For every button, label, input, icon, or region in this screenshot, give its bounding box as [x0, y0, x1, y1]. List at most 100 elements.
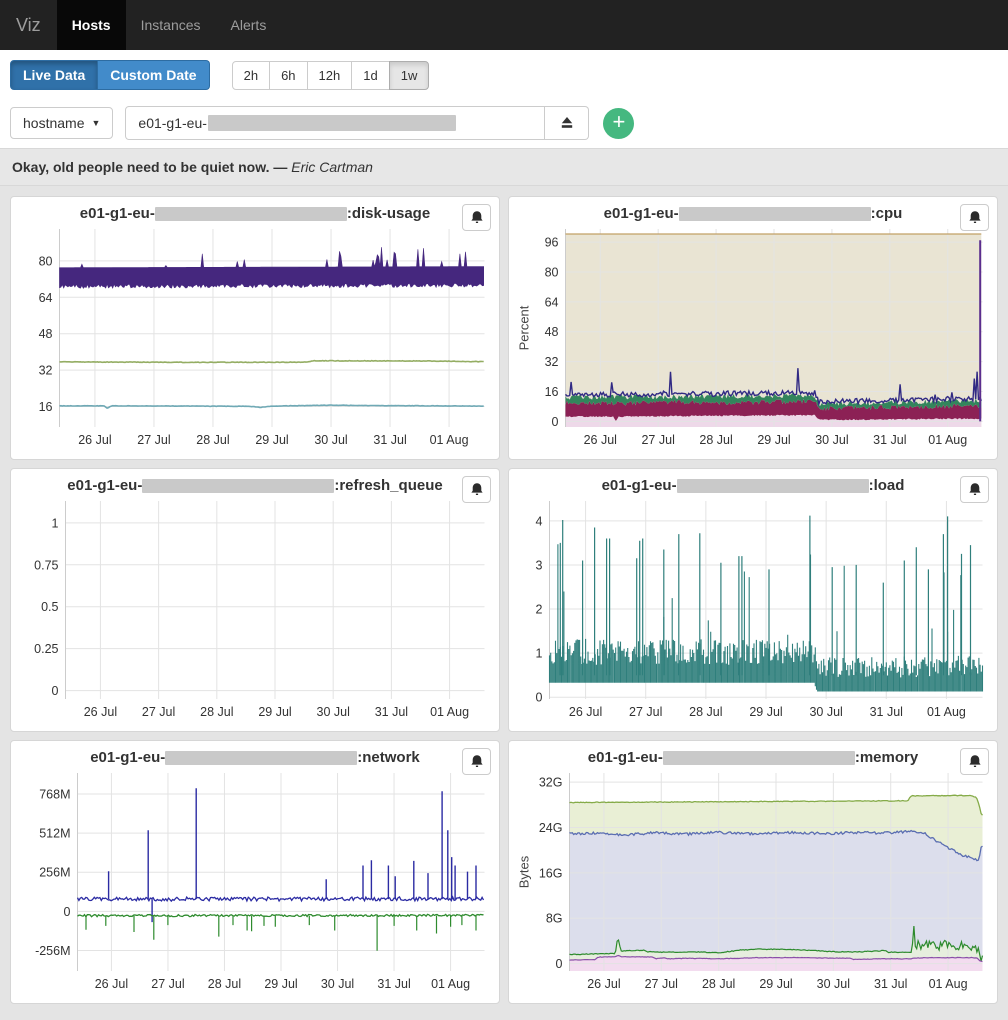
- chart-plot: 163248648026 Jul27 Jul28 Jul29 Jul30 Jul…: [19, 223, 491, 451]
- nav-tab-hosts[interactable]: Hosts: [57, 0, 126, 50]
- svg-text:26 Jul: 26 Jul: [78, 433, 111, 447]
- range-button-12h[interactable]: 12h: [307, 61, 353, 90]
- nav-tabs: HostsInstancesAlerts: [57, 0, 282, 50]
- time-toolbar: Live Data Custom Date 2h6h12h1d1w: [0, 50, 1008, 100]
- quote-text: Okay, old people need to be quiet now.: [12, 159, 269, 175]
- svg-text:01 Aug: 01 Aug: [929, 977, 968, 991]
- range-button-group: 2h6h12h1d1w: [232, 61, 430, 90]
- add-host-button[interactable]: +: [603, 108, 634, 139]
- chart-card: e01-g1-eu-:network -256M0256M512M768M26 …: [10, 740, 500, 1004]
- quote-author: Eric Cartman: [291, 159, 373, 175]
- svg-text:768M: 768M: [39, 787, 70, 801]
- redacted-hostname: [165, 751, 357, 765]
- chart-grid: e01-g1-eu-:disk-usage 163248648026 Jul27…: [0, 186, 1008, 1014]
- svg-text:27 Jul: 27 Jul: [137, 433, 170, 447]
- load-hosts-button[interactable]: [545, 106, 589, 140]
- chart-header: e01-g1-eu-:network: [19, 747, 491, 767]
- svg-text:0.75: 0.75: [34, 558, 58, 572]
- range-button-6h[interactable]: 6h: [269, 61, 307, 90]
- svg-text:27 Jul: 27 Jul: [629, 705, 662, 719]
- chart-header: e01-g1-eu-:disk-usage: [19, 203, 491, 223]
- svg-text:0: 0: [64, 905, 71, 919]
- svg-text:28 Jul: 28 Jul: [196, 433, 229, 447]
- chart-title-prefix: e01-g1-eu-: [604, 205, 679, 222]
- svg-text:27 Jul: 27 Jul: [645, 977, 678, 991]
- svg-text:16: 16: [545, 385, 559, 399]
- chart-card: e01-g1-eu-:refresh_queue 00.250.50.75126…: [10, 468, 500, 732]
- alert-bell-button[interactable]: [960, 204, 989, 231]
- chart-plot: 016324864809626 Jul27 Jul28 Jul29 Jul30 …: [517, 223, 989, 451]
- bell-icon: [967, 754, 983, 769]
- svg-text:1: 1: [536, 647, 543, 661]
- chart-title-prefix: e01-g1-eu-: [588, 749, 663, 766]
- alert-bell-button[interactable]: [462, 748, 491, 775]
- chart-plot: 0123426 Jul27 Jul28 Jul29 Jul30 Jul31 Ju…: [517, 495, 989, 723]
- svg-text:01 Aug: 01 Aug: [430, 433, 469, 447]
- svg-text:31 Jul: 31 Jul: [375, 705, 408, 719]
- chart-plot: -256M0256M512M768M26 Jul27 Jul28 Jul29 J…: [19, 767, 491, 995]
- brand-logo[interactable]: Viz: [0, 0, 57, 50]
- svg-text:4: 4: [536, 514, 543, 528]
- svg-text:0.25: 0.25: [34, 642, 58, 656]
- svg-text:28 Jul: 28 Jul: [702, 977, 735, 991]
- range-button-1d[interactable]: 1d: [351, 61, 389, 90]
- svg-text:Bytes: Bytes: [517, 855, 532, 888]
- chevron-down-icon: ▼: [91, 118, 100, 128]
- chart-title: e01-g1-eu-:disk-usage: [80, 205, 430, 222]
- alert-bell-button[interactable]: [462, 476, 491, 503]
- svg-text:80: 80: [39, 254, 53, 268]
- svg-text:27 Jul: 27 Jul: [641, 433, 674, 447]
- chart-header: e01-g1-eu-:refresh_queue: [19, 475, 491, 495]
- svg-text:-256M: -256M: [35, 944, 70, 958]
- chart-header: e01-g1-eu-:load: [517, 475, 989, 495]
- svg-text:31 Jul: 31 Jul: [377, 977, 410, 991]
- bell-icon: [469, 754, 485, 769]
- svg-text:30 Jul: 30 Jul: [321, 977, 354, 991]
- alert-bell-button[interactable]: [960, 748, 989, 775]
- chart-title-metric: :refresh_queue: [334, 477, 442, 494]
- field-selector-dropdown[interactable]: hostname ▼: [10, 107, 113, 139]
- svg-text:2: 2: [536, 603, 543, 617]
- top-navbar: Viz HostsInstancesAlerts: [0, 0, 1008, 50]
- redacted-hostname-value: [208, 115, 456, 131]
- svg-text:0: 0: [556, 957, 563, 971]
- bell-icon: [967, 482, 983, 497]
- nav-tab-alerts[interactable]: Alerts: [216, 0, 282, 50]
- chart-title-metric: :cpu: [871, 205, 903, 222]
- hostname-input[interactable]: e01-g1-eu-: [125, 106, 545, 140]
- svg-text:16G: 16G: [539, 866, 563, 880]
- svg-text:31 Jul: 31 Jul: [874, 977, 907, 991]
- chart-card: e01-g1-eu-:load 0123426 Jul27 Jul28 Jul2…: [508, 468, 998, 732]
- svg-text:29 Jul: 29 Jul: [757, 433, 790, 447]
- range-button-1w[interactable]: 1w: [389, 61, 430, 90]
- host-search-row: hostname ▼ e01-g1-eu- +: [0, 100, 1008, 148]
- svg-text:26 Jul: 26 Jul: [584, 433, 617, 447]
- svg-text:24G: 24G: [539, 821, 563, 835]
- svg-text:30 Jul: 30 Jul: [815, 433, 848, 447]
- alert-bell-button[interactable]: [960, 476, 989, 503]
- svg-text:32: 32: [39, 364, 53, 378]
- alert-bell-button[interactable]: [462, 204, 491, 231]
- svg-text:64: 64: [39, 291, 53, 305]
- bell-icon: [469, 482, 485, 497]
- chart-plot: 00.250.50.75126 Jul27 Jul28 Jul29 Jul30 …: [19, 495, 491, 723]
- svg-text:30 Jul: 30 Jul: [314, 433, 347, 447]
- field-selector-label: hostname: [23, 115, 84, 131]
- svg-text:01 Aug: 01 Aug: [430, 705, 469, 719]
- chart-title-prefix: e01-g1-eu-: [90, 749, 165, 766]
- svg-text:64: 64: [545, 295, 559, 309]
- plus-icon: +: [612, 108, 625, 136]
- svg-text:28 Jul: 28 Jul: [689, 705, 722, 719]
- nav-tab-instances[interactable]: Instances: [126, 0, 216, 50]
- live-data-button[interactable]: Live Data: [10, 60, 98, 90]
- svg-text:27 Jul: 27 Jul: [142, 705, 175, 719]
- svg-text:26 Jul: 26 Jul: [569, 705, 602, 719]
- custom-date-button[interactable]: Custom Date: [98, 60, 209, 90]
- svg-text:1: 1: [52, 516, 59, 530]
- svg-text:26 Jul: 26 Jul: [84, 705, 117, 719]
- svg-text:512M: 512M: [39, 827, 70, 841]
- range-button-2h[interactable]: 2h: [232, 61, 270, 90]
- svg-text:01 Aug: 01 Aug: [431, 977, 470, 991]
- svg-text:80: 80: [545, 265, 559, 279]
- bell-icon: [469, 210, 485, 225]
